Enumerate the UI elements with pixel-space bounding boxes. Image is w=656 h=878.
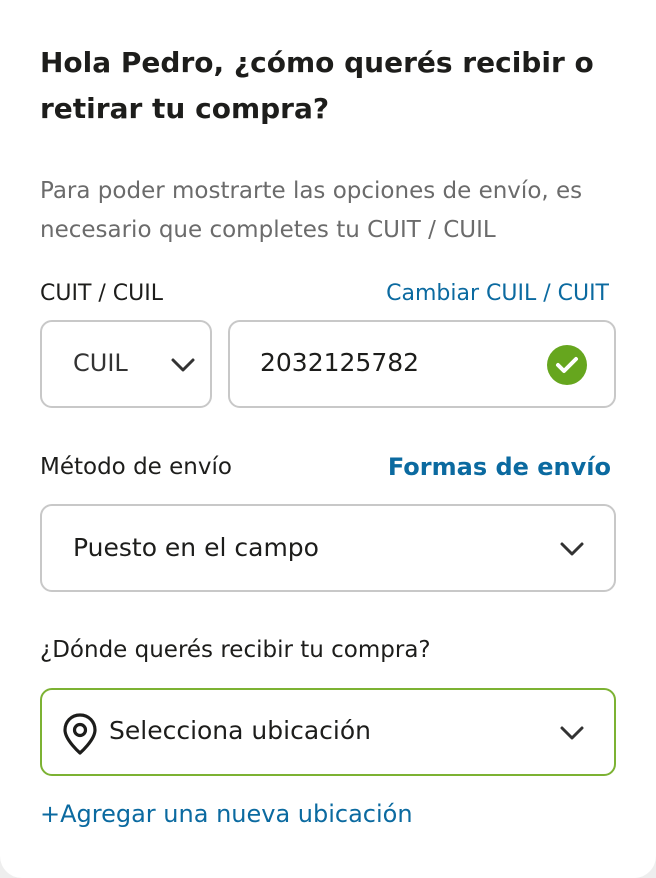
chevron-down-icon xyxy=(171,358,195,372)
shipping-card: Hola Pedro, ¿cómo querés recibir o retir… xyxy=(0,0,656,878)
page-title: Hola Pedro, ¿cómo querés recibir o retir… xyxy=(40,46,594,125)
check-circle-icon xyxy=(547,345,587,385)
location-pin-icon xyxy=(63,713,97,755)
add-location-link[interactable]: +Agregar una nueva ubicación xyxy=(40,800,413,828)
change-cuit-link[interactable]: Cambiar CUIL / CUIT xyxy=(386,281,609,306)
chevron-down-icon xyxy=(560,542,584,556)
shipping-method-label: Método de envío xyxy=(40,454,232,480)
location-select[interactable]: Selecciona ubicación xyxy=(40,688,616,776)
shipping-options-link[interactable]: Formas de envío xyxy=(388,453,611,481)
shipping-method-select[interactable]: Puesto en el campo xyxy=(40,504,616,592)
cuit-type-value: CUIL xyxy=(73,349,128,377)
cuit-explanation: Para poder mostrarte las opciones de env… xyxy=(40,178,583,243)
cuit-label: CUIT / CUIL xyxy=(40,281,163,306)
cuit-number-field[interactable]: 2032125782 xyxy=(228,320,616,408)
cuit-number-value: 2032125782 xyxy=(260,348,420,377)
shipping-method-value: Puesto en el campo xyxy=(73,533,319,562)
cuit-type-select[interactable]: CUIL xyxy=(40,320,212,408)
location-label: ¿Dónde querés recibir tu compra? xyxy=(40,637,431,663)
location-placeholder: Selecciona ubicación xyxy=(109,716,371,745)
chevron-down-icon xyxy=(560,726,584,740)
